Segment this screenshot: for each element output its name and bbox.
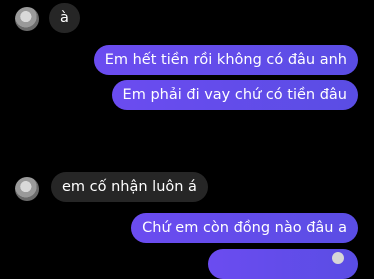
crying-face-emoji[interactable]: 😢: [323, 124, 352, 154]
outgoing-message[interactable]: Em phải đi vay chứ có tiền đâu: [111, 80, 358, 110]
avatar[interactable]: [15, 177, 39, 201]
outgoing-message[interactable]: Chứ em còn đồng nào đâu a: [131, 213, 358, 243]
avatar[interactable]: [15, 7, 39, 31]
reaction-emoji-icon: [332, 252, 344, 264]
incoming-message[interactable]: à: [49, 3, 80, 33]
outgoing-message[interactable]: Em hết tiền rồi không có đâu anh: [93, 45, 358, 75]
incoming-message[interactable]: em cố nhận luôn á: [51, 172, 208, 202]
